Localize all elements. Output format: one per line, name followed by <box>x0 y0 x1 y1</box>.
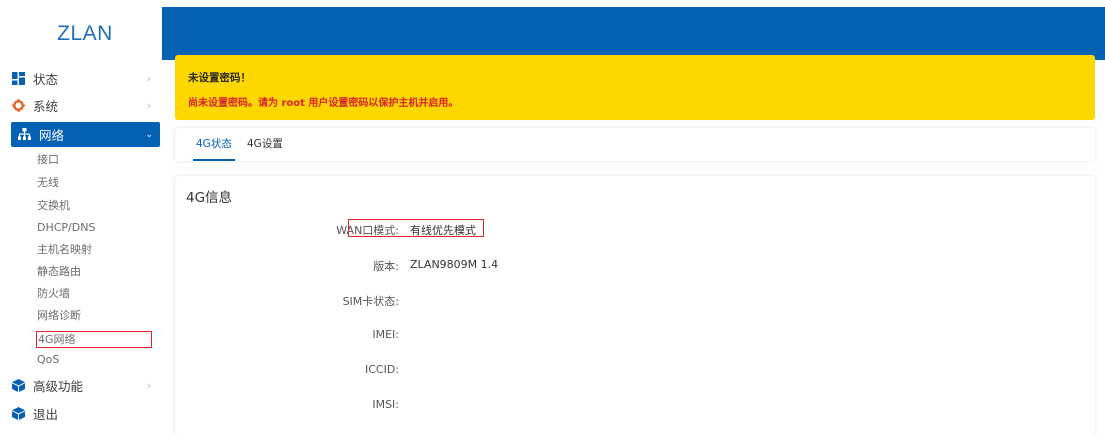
sidebar-subitem-firewall[interactable]: 防火墙 <box>37 286 70 302</box>
sidebar-subitem-hostnames[interactable]: 主机名映射 <box>37 242 92 258</box>
sidebar-subitem-switch[interactable]: 交换机 <box>37 198 70 214</box>
iccid-label: ICCID: <box>364 363 399 376</box>
sidebar-item-label: 高级功能 <box>33 378 84 394</box>
sidebar-subitem-interfaces[interactable]: 接口 <box>37 152 59 168</box>
sidebar-subitem-4g-network[interactable]: 4G网络 <box>36 331 152 348</box>
sidebar: ZLAN 状态 › 系统 › 网络 ⌄ 接口 无线 交换机 DHCP/DNS 主… <box>0 0 162 434</box>
tab-4g-status[interactable]: 4G状态 <box>193 128 235 161</box>
sim-status-label: SIM卡状态: <box>342 295 399 308</box>
sidebar-subitem-diagnostics[interactable]: 网络诊断 <box>37 308 81 324</box>
cube-icon <box>11 378 25 392</box>
chevron-right-icon: › <box>146 378 151 392</box>
version-value: ZLAN9809M 1.4 <box>410 258 499 271</box>
highlight-box <box>348 219 484 237</box>
sidebar-subitem-static-routes[interactable]: 静态路由 <box>37 264 81 280</box>
gear-icon <box>11 98 25 112</box>
sidebar-item-label: 退出 <box>33 406 59 422</box>
network-icon <box>17 128 31 142</box>
sidebar-item-label: 系统 <box>33 98 59 114</box>
chevron-right-icon: › <box>146 71 151 85</box>
sidebar-item-label: 状态 <box>33 71 59 87</box>
imsi-label: IMSI: <box>372 398 399 411</box>
tab-4g-settings[interactable]: 4G设置 <box>247 128 283 161</box>
sidebar-item-network[interactable]: 网络 ⌄ <box>11 122 160 147</box>
brand-logo: ZLAN <box>57 22 113 45</box>
password-warning-banner: 未设置密码！ 尚未设置密码。请为 root 用户设置密码以保护主机并启用。 <box>175 55 1095 120</box>
tab-bar: 4G状态 4G设置 <box>175 128 1095 161</box>
sidebar-item-label: 网络 <box>39 128 65 143</box>
alert-message[interactable]: 尚未设置密码。请为 root 用户设置密码以保护主机并启用。 <box>188 94 458 109</box>
sidebar-subitem-qos[interactable]: QoS <box>37 352 59 368</box>
chevron-right-icon: › <box>146 98 151 112</box>
alert-title: 未设置密码！ <box>188 72 251 84</box>
sidebar-item-status[interactable]: 状态 › <box>11 66 161 90</box>
dashboard-icon <box>11 71 25 85</box>
cube-icon <box>11 406 25 420</box>
header-bar <box>162 7 1105 60</box>
version-label: 版本: <box>373 260 399 273</box>
chevron-down-icon: ⌄ <box>145 129 153 140</box>
panel-title: 4G信息 <box>186 190 233 206</box>
sidebar-item-advanced[interactable]: 高级功能 › <box>11 373 161 397</box>
sidebar-subitem-dhcp-dns[interactable]: DHCP/DNS <box>37 220 95 236</box>
imei-label: IMEI: <box>372 328 399 341</box>
sidebar-item-logout[interactable]: 退出 <box>11 401 161 425</box>
sidebar-subitem-wireless[interactable]: 无线 <box>37 175 59 191</box>
sidebar-item-system[interactable]: 系统 › <box>11 93 161 117</box>
info-panel: 4G信息 WAN口模式: 有线优先模式 版本: ZLAN9809M 1.4 SI… <box>175 176 1095 434</box>
app-root: ZLAN 状态 › 系统 › 网络 ⌄ 接口 无线 交换机 DHCP/DNS 主… <box>0 0 1105 434</box>
